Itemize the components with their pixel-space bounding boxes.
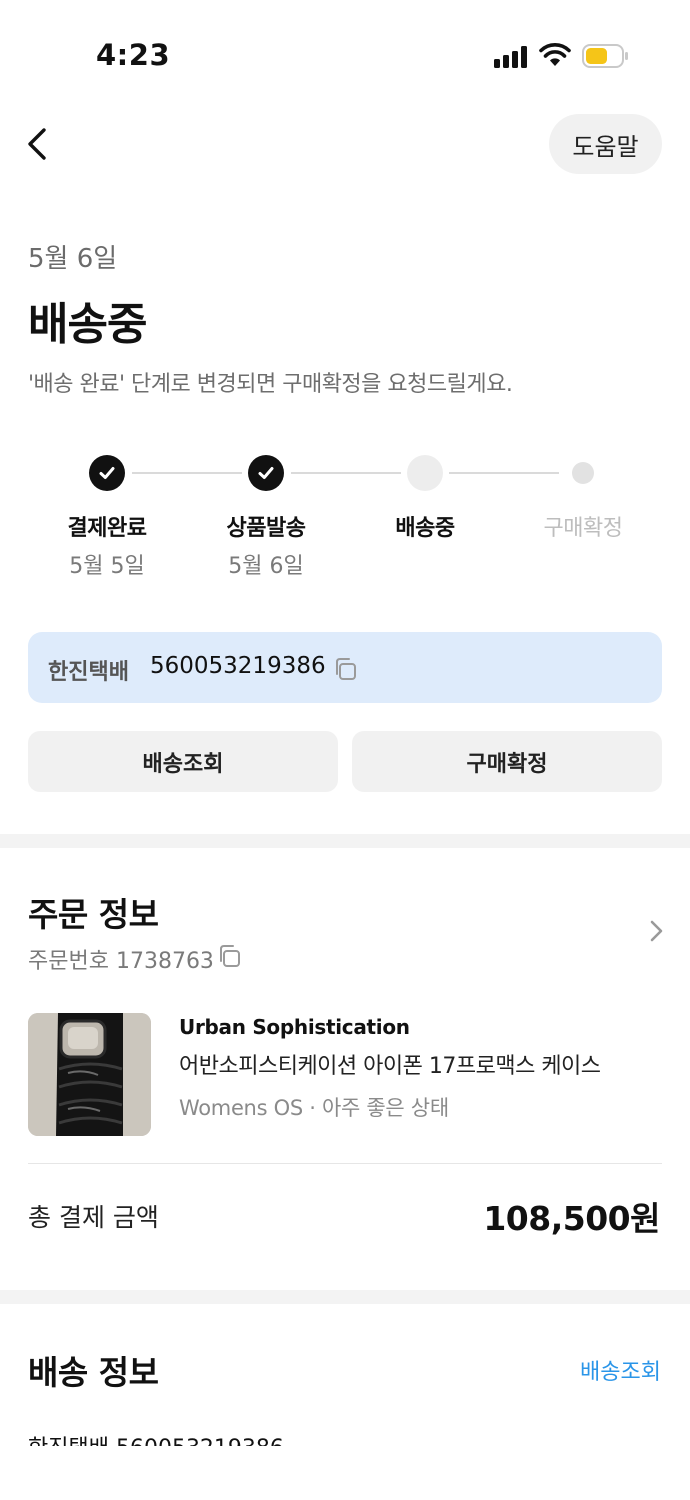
copy-icon[interactable]: [216, 943, 242, 969]
step-label: 상품발송: [226, 516, 306, 541]
status-bar: 4:23: [0, 0, 690, 100]
order-number: 주문번호 1738763: [28, 949, 214, 974]
page-title: 배송중: [28, 299, 147, 350]
status-time: 4:23: [96, 38, 171, 72]
total-amount-value: 108,500원: [483, 1199, 660, 1238]
total-amount-label: 총 결제 금액: [28, 1203, 159, 1232]
chevron-left-icon: [28, 128, 46, 160]
delivery-tracking-row: 한진택배 560053219386: [28, 1436, 338, 1446]
step-label: 배송중: [395, 516, 455, 541]
step-done-check-icon: [89, 455, 125, 491]
product-thumbnail[interactable]: [28, 1013, 151, 1136]
help-button[interactable]: 도움말: [549, 114, 662, 174]
top-nav: 도움말: [0, 110, 690, 180]
step-label: 결제완료: [67, 516, 147, 541]
step-connector: [449, 472, 559, 474]
delivery-info-title: 배송 정보: [28, 1353, 159, 1392]
product-meta: Womens OS · 아주 좋은 상태: [179, 1096, 449, 1120]
section-divider: [0, 834, 690, 848]
product-name[interactable]: 어반소피스티케이션 아이폰 17프로맥스 케이스: [179, 1048, 601, 1080]
step-date: 5월 6일: [228, 554, 304, 579]
step-done-check-icon: [248, 455, 284, 491]
step-label: 구매확정: [543, 516, 623, 541]
delivery-tracking-text: 한진택배 560053219386: [28, 1436, 284, 1446]
step-date: 5월 5일: [69, 554, 145, 579]
progress-stepper: 결제완료 상품발송 배송중 구매확정 5월 5일 5월 6일: [0, 450, 690, 590]
step-connector: [291, 472, 401, 474]
divider-line: [28, 1163, 662, 1164]
step-current-dot: [407, 455, 443, 491]
status-date: 5월 6일: [28, 244, 118, 274]
status-description: '배송 완료' 단계로 변경되면 구매확정을 요청드릴게요.: [28, 372, 513, 397]
tracking-number: 560053219386: [150, 653, 326, 679]
copy-icon[interactable]: [332, 656, 358, 682]
product-brand: Urban Sophistication: [179, 1015, 410, 1039]
phone-case-image: [28, 1013, 151, 1136]
delivery-track-link[interactable]: 배송조회: [580, 1354, 661, 1386]
chevron-right-icon[interactable]: [644, 916, 668, 946]
step-connector: [132, 472, 242, 474]
step-pending-dot: [572, 462, 594, 484]
back-button[interactable]: [20, 122, 60, 166]
order-info-title: 주문 정보: [28, 895, 159, 934]
cellular-signal-icon: [494, 46, 528, 68]
carrier-name: 한진택배: [48, 660, 129, 685]
confirm-purchase-button[interactable]: 구매확정: [352, 731, 662, 792]
battery-icon: [582, 44, 628, 68]
tracking-info-box: 한진택배 560053219386: [28, 632, 662, 703]
section-divider: [0, 1290, 690, 1304]
track-delivery-button[interactable]: 배송조회: [28, 731, 338, 792]
wifi-icon: [539, 43, 571, 66]
